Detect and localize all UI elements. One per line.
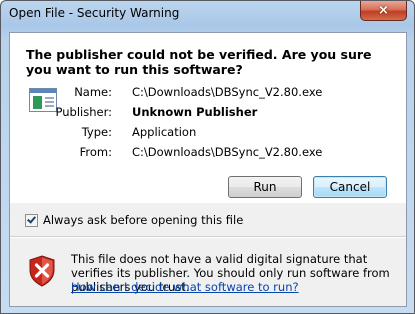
- publisher-value: Unknown Publisher: [132, 105, 258, 119]
- security-warning-dialog: Open File - Security Warning × The publi…: [0, 0, 415, 314]
- details-panel: The publisher could not be verified. Are…: [10, 33, 406, 203]
- run-button[interactable]: Run: [228, 176, 302, 198]
- type-label: Type:: [81, 125, 112, 139]
- name-label: Name:: [74, 85, 112, 99]
- cancel-button[interactable]: Cancel: [313, 176, 387, 198]
- close-button[interactable]: ×: [360, 1, 407, 21]
- publisher-label: Publisher:: [55, 105, 112, 119]
- warning-heading: The publisher could not be verified. Are…: [26, 47, 372, 77]
- type-value: Application: [132, 125, 197, 139]
- help-link[interactable]: How can I decide what software to run?: [71, 280, 299, 294]
- close-icon: ×: [378, 3, 389, 18]
- from-value: C:\Downloads\DBSync_V2.80.exe: [132, 145, 323, 159]
- checkmark-icon: [27, 213, 36, 224]
- divider: [10, 236, 406, 238]
- always-ask-label[interactable]: Always ask before opening this file: [43, 213, 243, 227]
- always-ask-option[interactable]: Always ask before opening this file: [25, 213, 243, 227]
- always-ask-checkbox[interactable]: [25, 213, 38, 227]
- dialog-body: The publisher could not be verified. Are…: [9, 32, 407, 307]
- from-label: From:: [79, 145, 112, 159]
- shield-error-icon: [29, 255, 55, 287]
- name-value: C:\Downloads\DBSync_V2.80.exe: [132, 85, 323, 99]
- window-title: Open File - Security Warning: [9, 6, 180, 20]
